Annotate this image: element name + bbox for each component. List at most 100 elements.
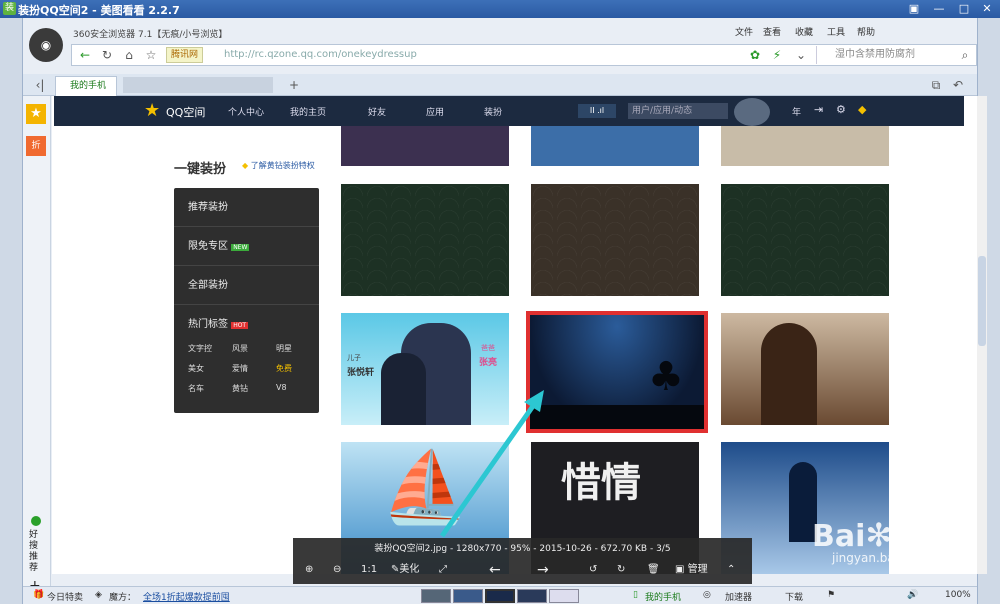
shield-icon[interactable]: ⚡ <box>768 47 786 63</box>
back-icon[interactable]: ← <box>76 47 94 63</box>
sidebar-toggle-icon[interactable]: ‹| <box>31 77 49 93</box>
address-input[interactable]: http://rc.qzone.qq.com/onekeydressup <box>224 46 744 64</box>
tag-item[interactable]: 黄钻 <box>232 383 248 394</box>
nav-friends[interactable]: 好友 <box>368 105 386 118</box>
menu-recommended[interactable]: 推荐装扮 <box>174 188 319 227</box>
logout-icon[interactable]: ⇥ <box>814 103 823 116</box>
my-phone[interactable]: 我的手机 <box>645 590 681 603</box>
vip-link[interactable]: ◆ 了解黄钻装扮特权 <box>242 160 315 171</box>
download[interactable]: 下载 <box>785 590 803 603</box>
tag-item[interactable]: 爱情 <box>232 363 248 374</box>
gear-icon[interactable]: ⚙ <box>836 103 846 116</box>
menu-tools[interactable]: 工具 <box>827 25 845 38</box>
daily-deal[interactable]: 今日特卖 <box>47 590 83 603</box>
watermark-site: jingyan.baidu.com <box>832 551 943 565</box>
avatar[interactable] <box>734 98 770 126</box>
gift-icon: 🎁 <box>33 590 45 600</box>
next-icon[interactable]: → <box>537 560 549 580</box>
tag-item[interactable]: V8 <box>276 383 287 392</box>
thumbnail[interactable] <box>549 589 579 603</box>
promo-link[interactable]: 全场1折起爆款提前囤 <box>143 590 230 603</box>
search-icon[interactable]: ⌕ <box>956 47 974 63</box>
delete-icon[interactable]: 🗑 <box>647 560 660 580</box>
thumbnail[interactable] <box>517 589 547 603</box>
rotate-right-icon[interactable]: ↻ <box>617 560 625 580</box>
tab-my-phone[interactable]: 我的手机 <box>55 76 117 96</box>
browser-name: 360安全浏览器 7.1【无痕/小号浏览】 <box>73 30 228 40</box>
dressup-tile[interactable] <box>341 184 509 296</box>
browser-logo[interactable]: ◉ <box>29 28 63 62</box>
scrollbar[interactable] <box>977 96 987 574</box>
watermark-jingyan: 经验 <box>892 524 941 552</box>
site-tag[interactable]: 腾讯网 <box>166 47 204 63</box>
favorites-icon[interactable]: ★ <box>26 104 46 124</box>
menu-all-dressup[interactable]: 全部装扮 <box>174 266 319 305</box>
manage-button[interactable]: ▣ 管理 <box>675 560 708 580</box>
menu-free-zone[interactable]: 限免专区 NEW <box>174 227 319 266</box>
zoom-out-icon[interactable]: ⊖ <box>333 560 341 580</box>
minimize-button[interactable]: — <box>930 1 948 16</box>
person-figure <box>761 323 817 425</box>
flag-icon[interactable]: ⚑ <box>827 590 835 600</box>
tab-list-icon[interactable]: ⧉ <box>927 77 945 93</box>
restore-icon[interactable]: ▣ <box>905 1 923 16</box>
zoom-in-icon[interactable]: ⊕ <box>305 560 313 580</box>
dressup-tile[interactable] <box>721 313 889 425</box>
dressup-tile[interactable] <box>721 184 889 296</box>
network-icon[interactable]: ◎ <box>703 590 711 600</box>
view-toggle-icon[interactable]: II .ıl <box>578 104 616 118</box>
maximize-button[interactable]: □ <box>955 1 973 16</box>
dressup-tile[interactable] <box>531 184 699 296</box>
menu-hot-tags[interactable]: 热门标签 HOT <box>174 305 319 344</box>
menu-favorites[interactable]: 收藏 <box>795 25 813 38</box>
extension-icon[interactable]: ✿ <box>746 47 764 63</box>
coupon-icon[interactable]: 折 <box>26 136 46 156</box>
nav-personal-center[interactable]: 个人中心 <box>228 105 264 118</box>
tree-icon: ♣ <box>648 354 684 400</box>
tab-blurred[interactable] <box>123 77 273 93</box>
dressup-tile[interactable] <box>721 126 889 166</box>
chevron-down-icon[interactable]: ⌄ <box>792 47 810 63</box>
tag-item[interactable]: 文字控 <box>188 343 212 354</box>
actual-size-button[interactable]: 1:1 <box>361 560 377 580</box>
refresh-icon[interactable]: ↻ <box>98 47 116 63</box>
undo-close-icon[interactable]: ↶ <box>949 77 967 93</box>
qzone-search-input[interactable]: 用户/应用/动态 <box>628 103 728 119</box>
star-icon[interactable]: ☆ <box>142 47 160 63</box>
dressup-tile[interactable] <box>341 126 509 166</box>
dressup-tile-selected[interactable]: ♣ <box>526 311 708 433</box>
new-tab-icon[interactable]: + <box>285 77 303 93</box>
rotate-left-icon[interactable]: ↺ <box>589 560 597 580</box>
zoom-level[interactable]: 100% <box>945 590 971 600</box>
tag-item[interactable]: 美女 <box>188 363 204 374</box>
thumbnail[interactable] <box>421 589 451 603</box>
tag-item[interactable]: 名车 <box>188 383 204 394</box>
thumbnail-active[interactable] <box>485 589 515 603</box>
nav-apps[interactable]: 应用 <box>426 105 444 118</box>
dressup-tile[interactable] <box>531 126 699 166</box>
tag-item[interactable]: 风景 <box>232 343 248 354</box>
menu-view[interactable]: 查看 <box>763 25 781 38</box>
tile-caption: 张亮 <box>479 358 498 368</box>
tag-item[interactable]: 明星 <box>276 343 292 354</box>
menu-file[interactable]: 文件 <box>735 25 753 38</box>
tab-label: 我的手机 <box>70 81 107 91</box>
nav-dressup[interactable]: 装扮 <box>484 105 502 118</box>
beautify-button[interactable]: ✎美化 <box>391 560 419 580</box>
collapse-icon[interactable]: ⌃ <box>727 560 735 580</box>
accelerator[interactable]: 加速器 <box>725 590 752 603</box>
status-dot-icon <box>31 516 41 526</box>
scrollbar-thumb[interactable] <box>978 256 986 346</box>
diamond-icon[interactable]: ◆ <box>858 103 866 116</box>
nav-my-home[interactable]: 我的主页 <box>290 105 326 118</box>
volume-icon[interactable]: 🔊 <box>907 590 918 600</box>
thumbnail[interactable] <box>453 589 483 603</box>
tag-item[interactable]: 免费 <box>276 363 292 374</box>
home-icon[interactable]: ⌂ <box>120 47 138 63</box>
fullscreen-icon[interactable]: ⤢ <box>439 560 447 580</box>
qzone-logo[interactable]: QQ空间 <box>166 104 205 120</box>
prev-icon[interactable]: ← <box>489 560 501 580</box>
menu-help[interactable]: 帮助 <box>857 25 875 38</box>
close-button[interactable]: ✕ <box>978 1 996 16</box>
recommend-label[interactable]: 好搜推荐 <box>29 530 41 574</box>
